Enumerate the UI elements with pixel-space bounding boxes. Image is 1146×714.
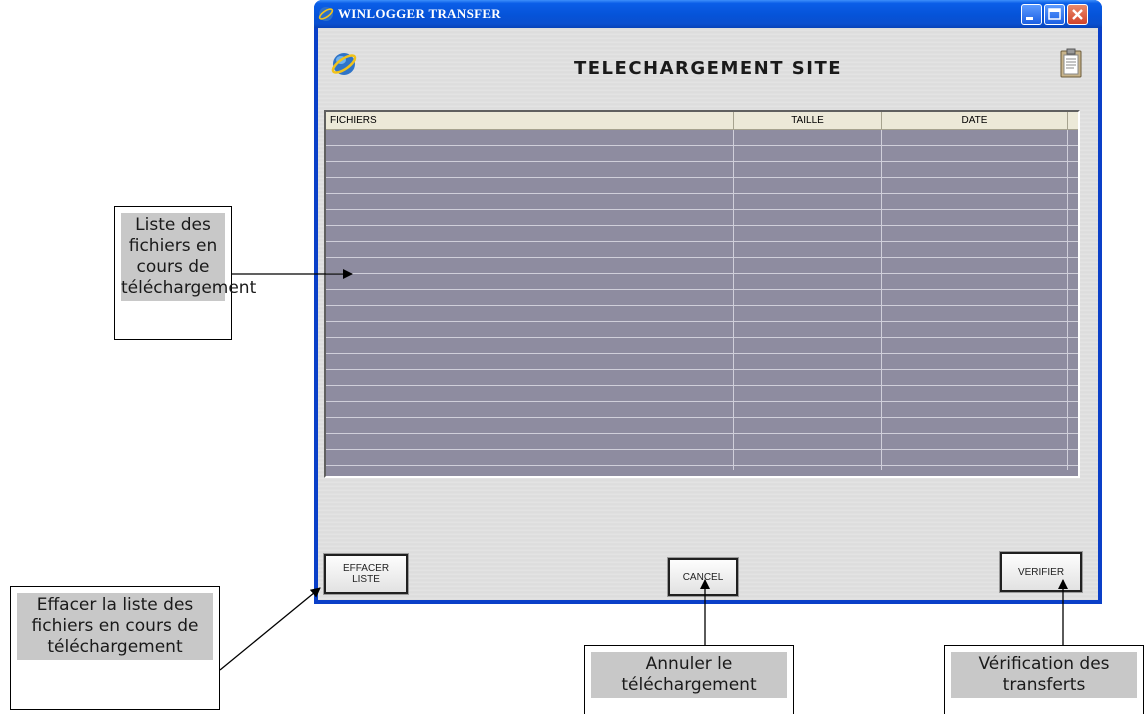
cancel-button[interactable]: CANCEL bbox=[667, 557, 739, 597]
app-logo-icon bbox=[318, 7, 334, 21]
column-divider bbox=[1067, 130, 1068, 470]
minimize-button[interactable] bbox=[1021, 4, 1042, 25]
table-header: FICHIERS TAILLE DATE bbox=[326, 112, 1078, 130]
verify-label: VERIFIER bbox=[1017, 566, 1065, 578]
clear-list-button[interactable]: EFFACER LISTE bbox=[323, 553, 409, 595]
column-header-fichiers[interactable]: FICHIERS bbox=[326, 112, 734, 129]
maximize-button[interactable] bbox=[1044, 4, 1065, 25]
maximize-icon bbox=[1048, 8, 1061, 20]
callout-clear-list: Effacer la liste des fichiers en cours d… bbox=[10, 586, 220, 710]
title-bar[interactable]: WINLOGGER TRANSFER bbox=[314, 0, 1102, 28]
window-title: WINLOGGER TRANSFER bbox=[338, 6, 501, 21]
window-client-area: TELECHARGEMENT SITE FICHIERS TAILLE DATE… bbox=[318, 28, 1098, 600]
callout-file-list-text: Liste des fichiers en cours de télécharg… bbox=[121, 213, 256, 301]
cancel-label: CANCEL bbox=[682, 571, 724, 583]
close-icon bbox=[1072, 9, 1083, 20]
minimize-icon bbox=[1026, 17, 1033, 20]
callout-verify-text: Vérification des transferts bbox=[951, 652, 1137, 698]
callout-file-list: Liste des fichiers en cours de télécharg… bbox=[114, 206, 256, 340]
column-divider bbox=[881, 130, 882, 470]
callout-cancel-text: Annuler le téléchargement bbox=[591, 652, 787, 698]
column-header-date[interactable]: DATE bbox=[882, 112, 1068, 129]
arrow-to-clear-button bbox=[219, 587, 321, 671]
close-button[interactable] bbox=[1067, 4, 1088, 25]
verify-button[interactable]: VERIFIER bbox=[999, 551, 1083, 593]
clear-list-label: EFFACER LISTE bbox=[342, 563, 390, 585]
callout-verify: Vérification des transferts bbox=[944, 645, 1144, 714]
table-rows[interactable] bbox=[326, 130, 1078, 470]
files-table[interactable]: FICHIERS TAILLE DATE bbox=[324, 110, 1080, 478]
column-header-taille[interactable]: TAILLE bbox=[734, 112, 882, 129]
callout-clear-list-text: Effacer la liste des fichiers en cours d… bbox=[17, 593, 213, 660]
clipboard-icon[interactable] bbox=[1060, 48, 1082, 78]
callout-cancel: Annuler le téléchargement bbox=[584, 645, 794, 714]
column-divider bbox=[733, 130, 734, 470]
page-heading: TELECHARGEMENT SITE bbox=[573, 58, 843, 79]
app-window: WINLOGGER TRANSFER TELECHARGEMENT SITE F… bbox=[314, 0, 1102, 604]
